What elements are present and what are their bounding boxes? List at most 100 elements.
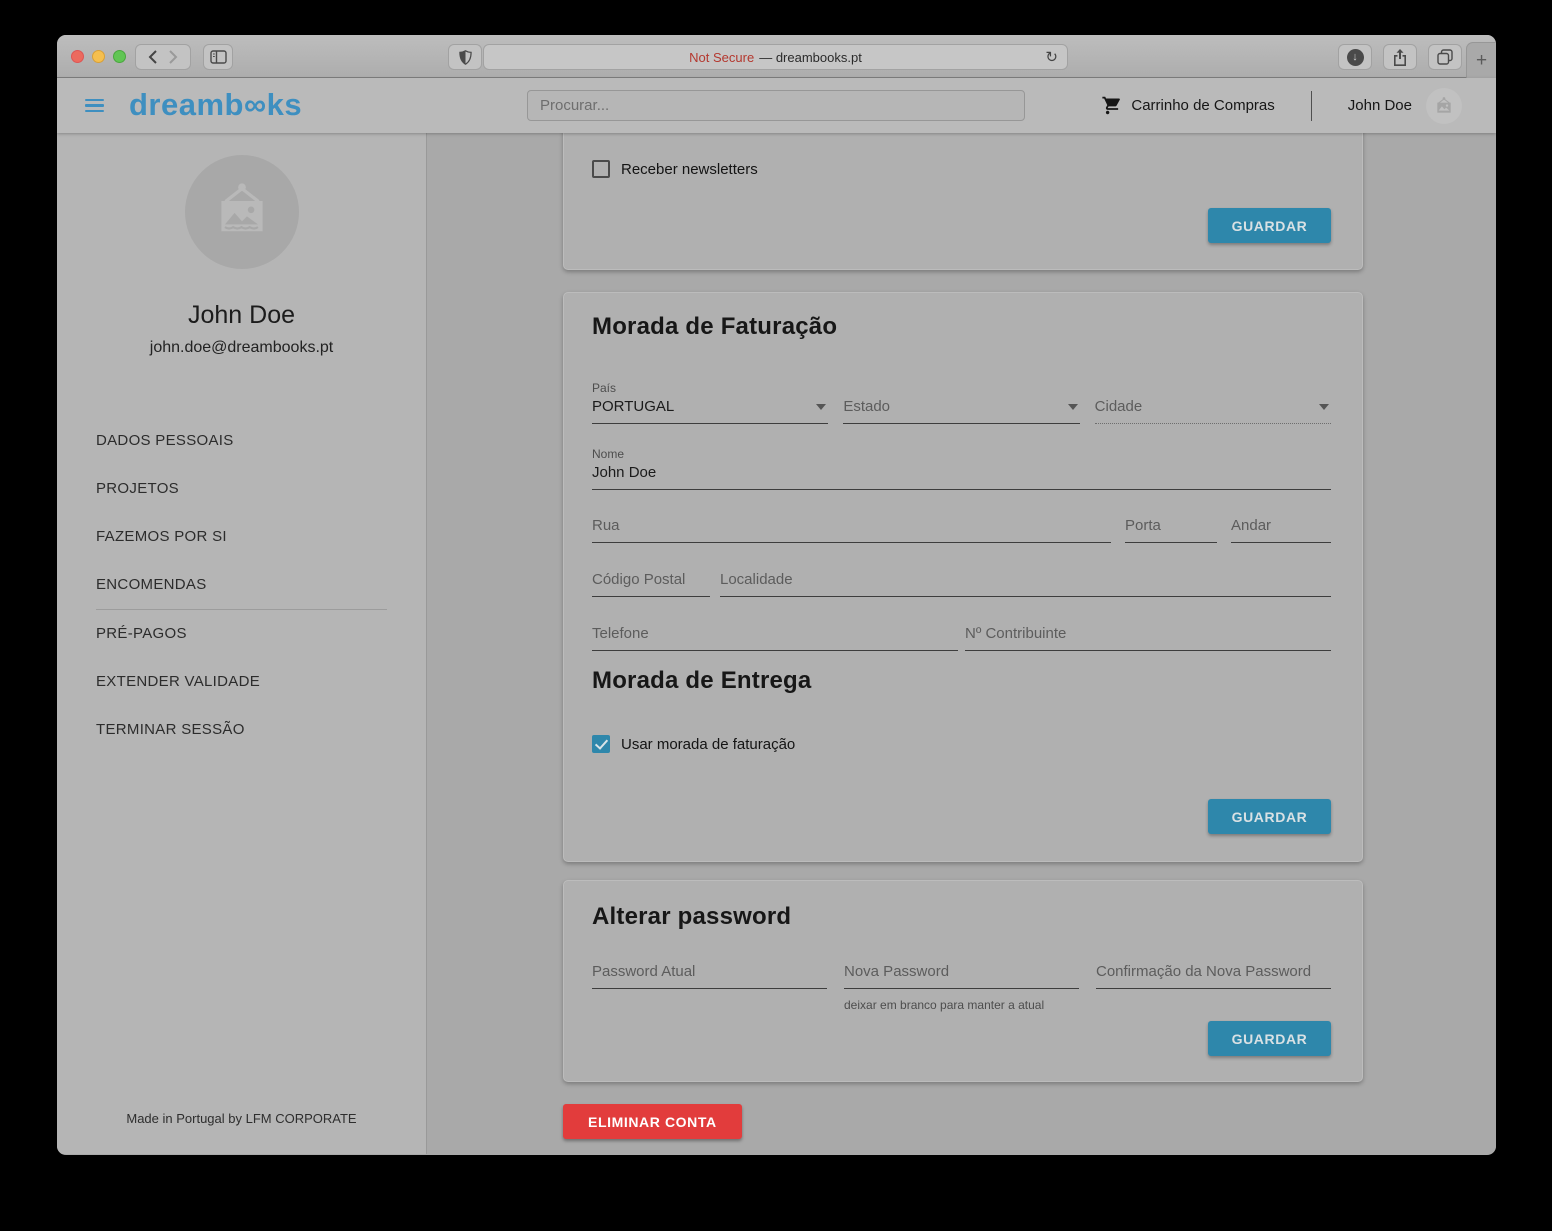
name-label: Nome (592, 447, 1331, 464)
profile-avatar[interactable] (185, 155, 299, 269)
sidebar-item-dados-pessoais[interactable]: DADOS PESSOAIS (96, 417, 387, 465)
locality-input[interactable] (720, 571, 1331, 597)
confirm-password-input[interactable] (1096, 963, 1331, 989)
state-select[interactable]: Estado (843, 398, 1079, 424)
current-password-input[interactable] (592, 963, 827, 989)
floor-input[interactable] (1231, 517, 1331, 543)
back-button[interactable] (143, 50, 163, 64)
zoom-window-button[interactable] (113, 50, 126, 63)
url-text: — dreambooks.pt (759, 50, 862, 65)
download-icon: ↓ (1347, 49, 1364, 66)
main-panel: para envio de notificações e comunicaçõe… (427, 133, 1496, 1154)
use-billing-row: Usar morada de faturação (592, 735, 1331, 753)
newsletter-row: Receber newsletters (592, 160, 758, 178)
reload-icon[interactable]: ↻ (1045, 48, 1058, 66)
password-helper-text: deixar em branco para manter a atual (844, 998, 1079, 1012)
cart-icon (1101, 95, 1123, 116)
address-bar[interactable]: Not Secure — dreambooks.pt ↻ (483, 44, 1068, 70)
share-icon (1393, 49, 1407, 66)
chevron-left-icon (148, 50, 158, 64)
phone-input[interactable] (592, 625, 958, 651)
postal-row (592, 571, 1331, 597)
country-select[interactable]: PORTUGAL (592, 398, 828, 424)
sidebar-item-pre-pagos[interactable]: PRÉ-PAGOS (96, 610, 387, 658)
current-password-field (592, 963, 827, 1012)
show-sidebar-button[interactable] (203, 44, 233, 70)
menu-hamburger-icon[interactable] (85, 99, 104, 113)
new-password-field: deixar em branco para manter a atual (844, 963, 1079, 1012)
show-all-tabs-button[interactable] (1428, 44, 1462, 70)
name-input[interactable] (592, 464, 1331, 490)
billing-address-card: Morada de Faturação País PORTUGAL Estado (563, 292, 1363, 862)
chevron-right-icon (168, 50, 178, 64)
profile-block: John Doe john.doe@dreambooks.pt (57, 133, 426, 357)
city-select[interactable]: Cidade (1095, 398, 1331, 424)
shipping-title: Morada de Entrega (592, 667, 1331, 695)
search-input[interactable] (527, 90, 1025, 121)
image-placeholder-icon (209, 179, 275, 245)
postal-code-input[interactable] (592, 571, 710, 597)
close-window-button[interactable] (71, 50, 84, 63)
browser-titlebar: Not Secure — dreambooks.pt ↻ ↓ + (57, 35, 1496, 78)
chevron-down-icon (1068, 404, 1078, 410)
sidebar-panel-icon (210, 50, 227, 64)
change-password-card: Alterar password deixar em branco para m… (563, 880, 1363, 1082)
new-password-input[interactable] (844, 963, 1079, 989)
sidebar-item-projetos[interactable]: PROJETOS (96, 465, 387, 513)
new-tab-button[interactable]: + (1466, 42, 1496, 78)
profile-email: john.doe@dreambooks.pt (57, 339, 426, 357)
minimize-window-button[interactable] (92, 50, 105, 63)
delete-account-button[interactable]: ELIMINAR CONTA (563, 1104, 742, 1139)
app-header: dreamb∞ks Carrinho de Compras John Doe (57, 78, 1496, 133)
country-field: País PORTUGAL (592, 381, 828, 424)
page-content: John Doe john.doe@dreambooks.pt DADOS PE… (57, 133, 1496, 1154)
state-field: Estado (843, 381, 1079, 424)
infinity-glyph: ∞ (244, 87, 267, 122)
profile-name: John Doe (57, 301, 426, 330)
browser-window: Not Secure — dreambooks.pt ↻ ↓ + dreamb∞… (57, 35, 1496, 1155)
door-input[interactable] (1125, 517, 1217, 543)
header-divider (1311, 91, 1312, 121)
newsletter-label: Receber newsletters (621, 161, 758, 178)
sidebar-item-extender-validade[interactable]: EXTENDER VALIDADE (96, 658, 387, 706)
sidebar-item-encomendas[interactable]: ENCOMENDAS (96, 561, 387, 609)
chevron-down-icon (1319, 404, 1329, 410)
save-address-button[interactable]: GUARDAR (1208, 799, 1331, 834)
password-row: deixar em branco para manter a atual (592, 963, 1331, 1012)
sidebar-item-fazemos-por-si[interactable]: FAZEMOS POR SI (96, 513, 387, 561)
use-billing-checkbox[interactable] (592, 735, 610, 753)
save-password-button[interactable]: GUARDAR (1208, 1021, 1331, 1056)
sidebar-menu: DADOS PESSOAIS PROJETOS FAZEMOS POR SI E… (57, 417, 426, 754)
cart-label: Carrinho de Compras (1131, 97, 1274, 114)
cart-button[interactable]: Carrinho de Compras (1101, 95, 1274, 116)
nav-buttons (135, 44, 191, 70)
street-row (592, 517, 1331, 543)
privacy-shield-button[interactable] (448, 44, 482, 70)
header-right: Carrinho de Compras John Doe (1101, 78, 1462, 133)
not-secure-label: Not Secure (689, 50, 754, 65)
forward-button[interactable] (163, 50, 183, 64)
header-avatar[interactable] (1426, 88, 1462, 124)
country-state-city-row: País PORTUGAL Estado (592, 381, 1331, 424)
downloads-button[interactable]: ↓ (1338, 44, 1372, 70)
confirm-password-field (1096, 963, 1331, 1012)
share-button[interactable] (1383, 44, 1417, 70)
street-input[interactable] (592, 517, 1111, 543)
vat-number-input[interactable] (965, 625, 1331, 651)
phone-row (592, 625, 1331, 651)
plus-icon: + (1476, 50, 1487, 72)
save-notifications-button[interactable]: GUARDAR (1208, 208, 1331, 243)
use-billing-label: Usar morada de faturação (621, 736, 795, 753)
city-field: Cidade (1095, 381, 1331, 424)
dreambooks-logo[interactable]: dreamb∞ks (129, 87, 302, 123)
notifications-card: para envio de notificações e comunicaçõe… (563, 133, 1363, 270)
newsletter-checkbox[interactable] (592, 160, 610, 178)
sidebar-item-terminar-sessao[interactable]: TERMINAR SESSÃO (96, 706, 387, 754)
country-label: País (592, 381, 828, 398)
header-user-name[interactable]: John Doe (1348, 97, 1412, 114)
shield-icon (459, 50, 472, 65)
tabs-icon (1437, 49, 1453, 65)
chevron-down-icon (816, 404, 826, 410)
traffic-lights (71, 50, 126, 63)
account-sidebar: John Doe john.doe@dreambooks.pt DADOS PE… (57, 133, 427, 1154)
